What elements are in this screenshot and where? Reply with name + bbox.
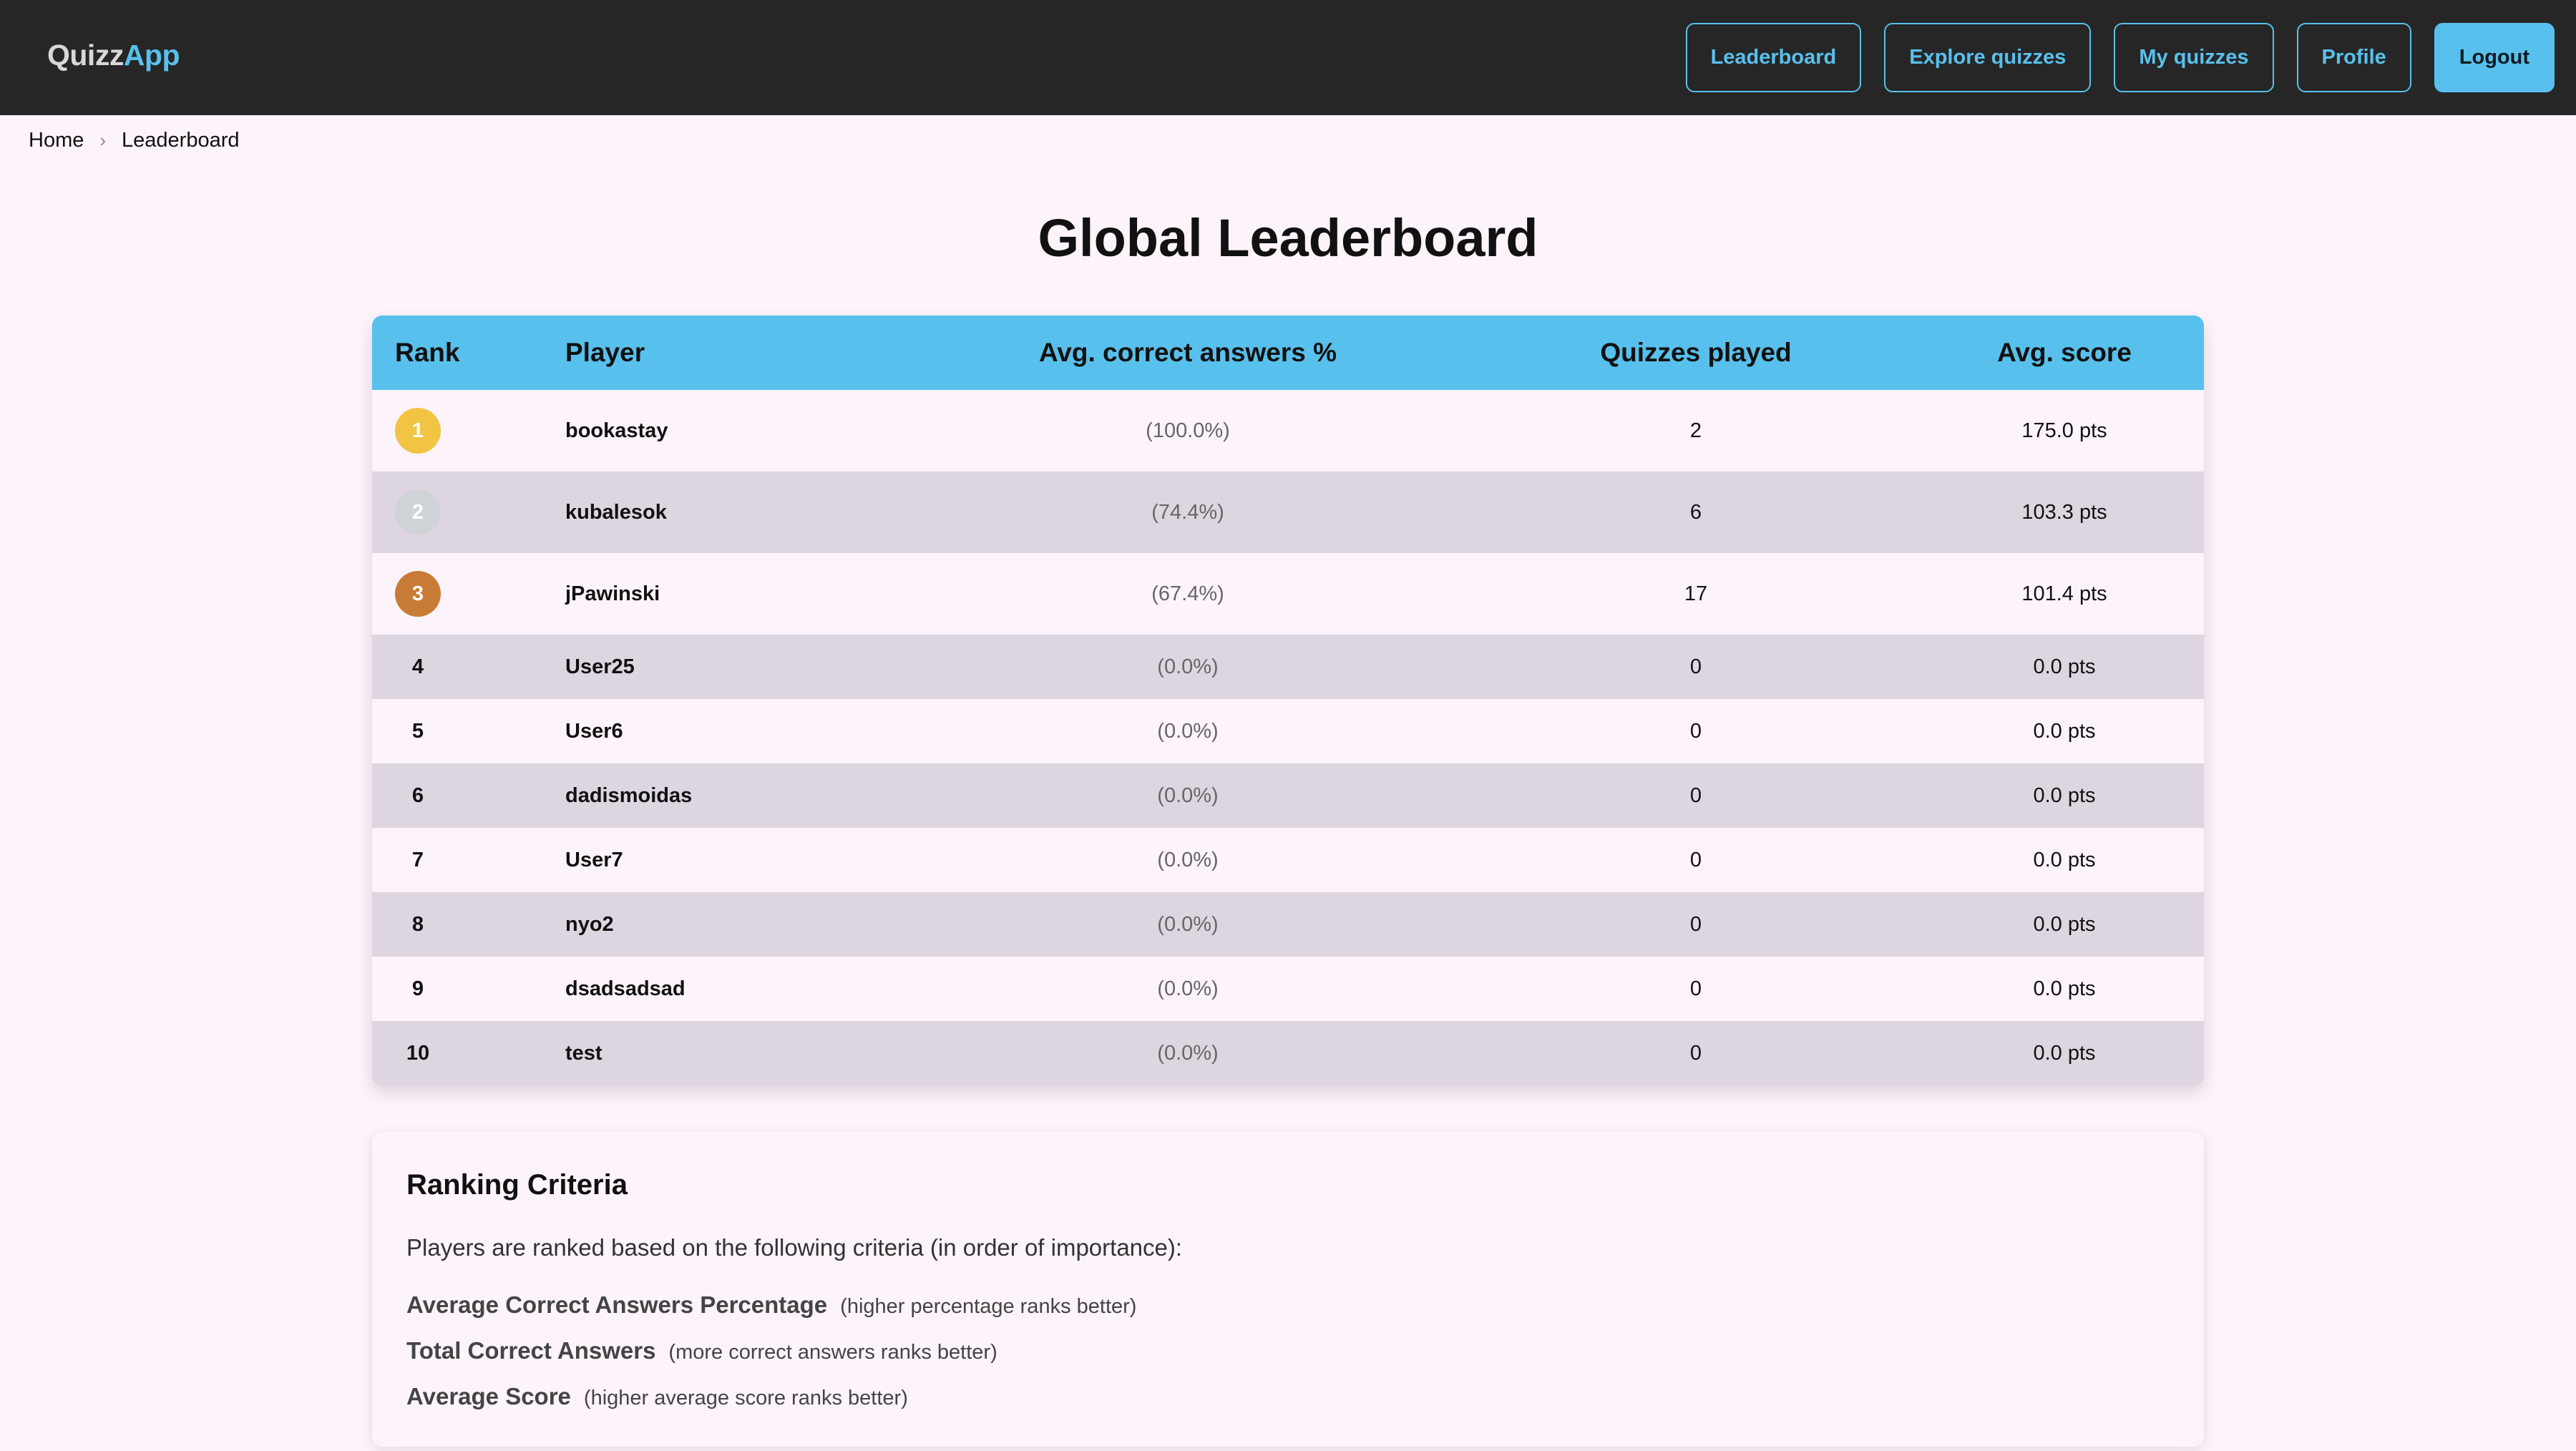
criteria-title: Ranking Criteria (406, 1169, 628, 1201)
rank-number: 4 (411, 655, 424, 678)
table-row: 4 User25 (0.0%) 0 0.0 pts (372, 635, 2204, 699)
criteria-item: Average Score (higher average score rank… (406, 1383, 2170, 1410)
player-name: dsadsadsad (565, 977, 686, 1000)
ranking-criteria-card: Ranking Criteria Players are ranked base… (372, 1132, 2204, 1447)
silver-medal-badge: 2 (395, 489, 441, 535)
avg-correct-value: (0.0%) (1157, 848, 1219, 871)
brand-part2: App (123, 39, 180, 72)
player-name: User6 (565, 719, 623, 743)
player-name: User7 (565, 848, 623, 871)
player-name: User25 (565, 655, 635, 678)
nav-leaderboard-button[interactable]: Leaderboard (1685, 23, 1862, 92)
avg-correct-value: (0.0%) (1157, 912, 1219, 936)
main-nav: Leaderboard Explore quizzes My quizzes P… (1685, 23, 2555, 92)
player-name: nyo2 (565, 912, 614, 936)
player-name: dadismoidas (565, 783, 693, 807)
page-title: Global Leaderboard (1038, 208, 1538, 268)
rank-number: 5 (411, 719, 424, 743)
chevron-right-icon: › (99, 130, 107, 151)
avg-correct-value: (0.0%) (1157, 783, 1219, 807)
table-row: 9 dsadsadsad (0.0%) 0 0.0 pts (372, 957, 2204, 1021)
quizzes-played-value: 0 (1689, 977, 1702, 1000)
avg-score-value: 0.0 pts (2033, 977, 2096, 1000)
quizzes-played-value: 6 (1689, 500, 1702, 524)
criteria-item: Average Correct Answers Percentage (high… (406, 1291, 2170, 1319)
header-avg-correct: Avg. correct answers % (1038, 338, 1337, 367)
player-name: kubalesok (565, 500, 667, 524)
top-navbar: QuizzApp Leaderboard Explore quizzes My … (0, 0, 2576, 115)
rank-number: 10 (406, 1041, 430, 1065)
criteria-item-name: Average Score (406, 1383, 571, 1410)
avg-score-value: 0.0 pts (2033, 719, 2096, 743)
avg-correct-value: (67.4%) (1151, 582, 1224, 605)
table-row: 5 User6 (0.0%) 0 0.0 pts (372, 699, 2204, 763)
avg-score-value: 103.3 pts (2021, 500, 2107, 524)
avg-correct-value: (100.0%) (1146, 419, 1230, 442)
breadcrumb-current: Leaderboard (122, 129, 240, 152)
criteria-item-note: (more correct answers ranks better) (668, 1341, 997, 1364)
avg-score-value: 0.0 pts (2033, 783, 2096, 807)
logout-button[interactable]: Logout (2434, 23, 2555, 92)
table-header: Rank Player Avg. correct answers % Quizz… (372, 316, 2204, 390)
header-quizzes-played: Quizzes played (1600, 338, 1792, 367)
nav-profile-button[interactable]: Profile (2296, 23, 2411, 92)
table-row: 2 kubalesok (74.4%) 6 103.3 pts (372, 472, 2204, 553)
quizzes-played-value: 2 (1689, 419, 1702, 442)
avg-correct-value: (0.0%) (1157, 1041, 1219, 1065)
avg-correct-value: (0.0%) (1157, 977, 1219, 1000)
table-row: 8 nyo2 (0.0%) 0 0.0 pts (372, 892, 2204, 957)
rank-number: 8 (411, 912, 424, 936)
criteria-item-name: Average Correct Answers Percentage (406, 1291, 828, 1318)
player-name: test (565, 1041, 602, 1065)
quizzes-played-value: 17 (1684, 582, 1708, 605)
player-name: bookastay (565, 419, 668, 442)
leaderboard-table: Rank Player Avg. correct answers % Quizz… (372, 316, 2204, 1085)
rank-number: 9 (411, 977, 424, 1000)
table-row: 6 dadismoidas (0.0%) 0 0.0 pts (372, 763, 2204, 828)
quizzes-played-value: 0 (1689, 1041, 1702, 1065)
quizzes-played-value: 0 (1689, 655, 1702, 678)
gold-medal-badge: 1 (395, 408, 441, 454)
breadcrumb: Home › Leaderboard (29, 129, 240, 152)
table-row: 3 jPawinski (67.4%) 17 101.4 pts (372, 553, 2204, 635)
criteria-item: Total Correct Answers (more correct answ… (406, 1337, 2170, 1364)
avg-score-value: 0.0 pts (2033, 848, 2096, 871)
avg-score-value: 175.0 pts (2021, 419, 2107, 442)
criteria-item-note: (higher average score ranks better) (583, 1387, 908, 1410)
criteria-item-note: (higher percentage ranks better) (840, 1295, 1137, 1318)
header-rank: Rank (395, 338, 460, 367)
quizzes-played-value: 0 (1689, 848, 1702, 871)
avg-correct-value: (0.0%) (1157, 655, 1219, 678)
criteria-item-name: Total Correct Answers (406, 1337, 656, 1364)
breadcrumb-home-link[interactable]: Home (29, 129, 84, 152)
avg-correct-value: (0.0%) (1157, 719, 1219, 743)
header-avg-score: Avg. score (1997, 338, 2132, 367)
nav-my-quizzes-button[interactable]: My quizzes (2114, 23, 2274, 92)
app-logo[interactable]: QuizzApp (47, 39, 180, 72)
quizzes-played-value: 0 (1689, 783, 1702, 807)
rank-number: 7 (411, 848, 424, 871)
avg-correct-value: (74.4%) (1151, 500, 1224, 524)
table-row: 7 User7 (0.0%) 0 0.0 pts (372, 828, 2204, 892)
avg-score-value: 0.0 pts (2033, 1041, 2096, 1065)
avg-score-value: 101.4 pts (2021, 582, 2107, 605)
rank-number: 6 (411, 783, 424, 807)
table-row: 1 bookastay (100.0%) 2 175.0 pts (372, 390, 2204, 472)
avg-score-value: 0.0 pts (2033, 912, 2096, 936)
table-row: 10 test (0.0%) 0 0.0 pts (372, 1021, 2204, 1085)
quizzes-played-value: 0 (1689, 719, 1702, 743)
avg-score-value: 0.0 pts (2033, 655, 2096, 678)
quizzes-played-value: 0 (1689, 912, 1702, 936)
header-player: Player (565, 338, 645, 367)
player-name: jPawinski (565, 582, 660, 605)
bronze-medal-badge: 3 (395, 571, 441, 617)
nav-explore-quizzes-button[interactable]: Explore quizzes (1884, 23, 2092, 92)
criteria-intro: Players are ranked based on the followin… (406, 1234, 1183, 1261)
brand-part1: Quizz (47, 39, 124, 72)
